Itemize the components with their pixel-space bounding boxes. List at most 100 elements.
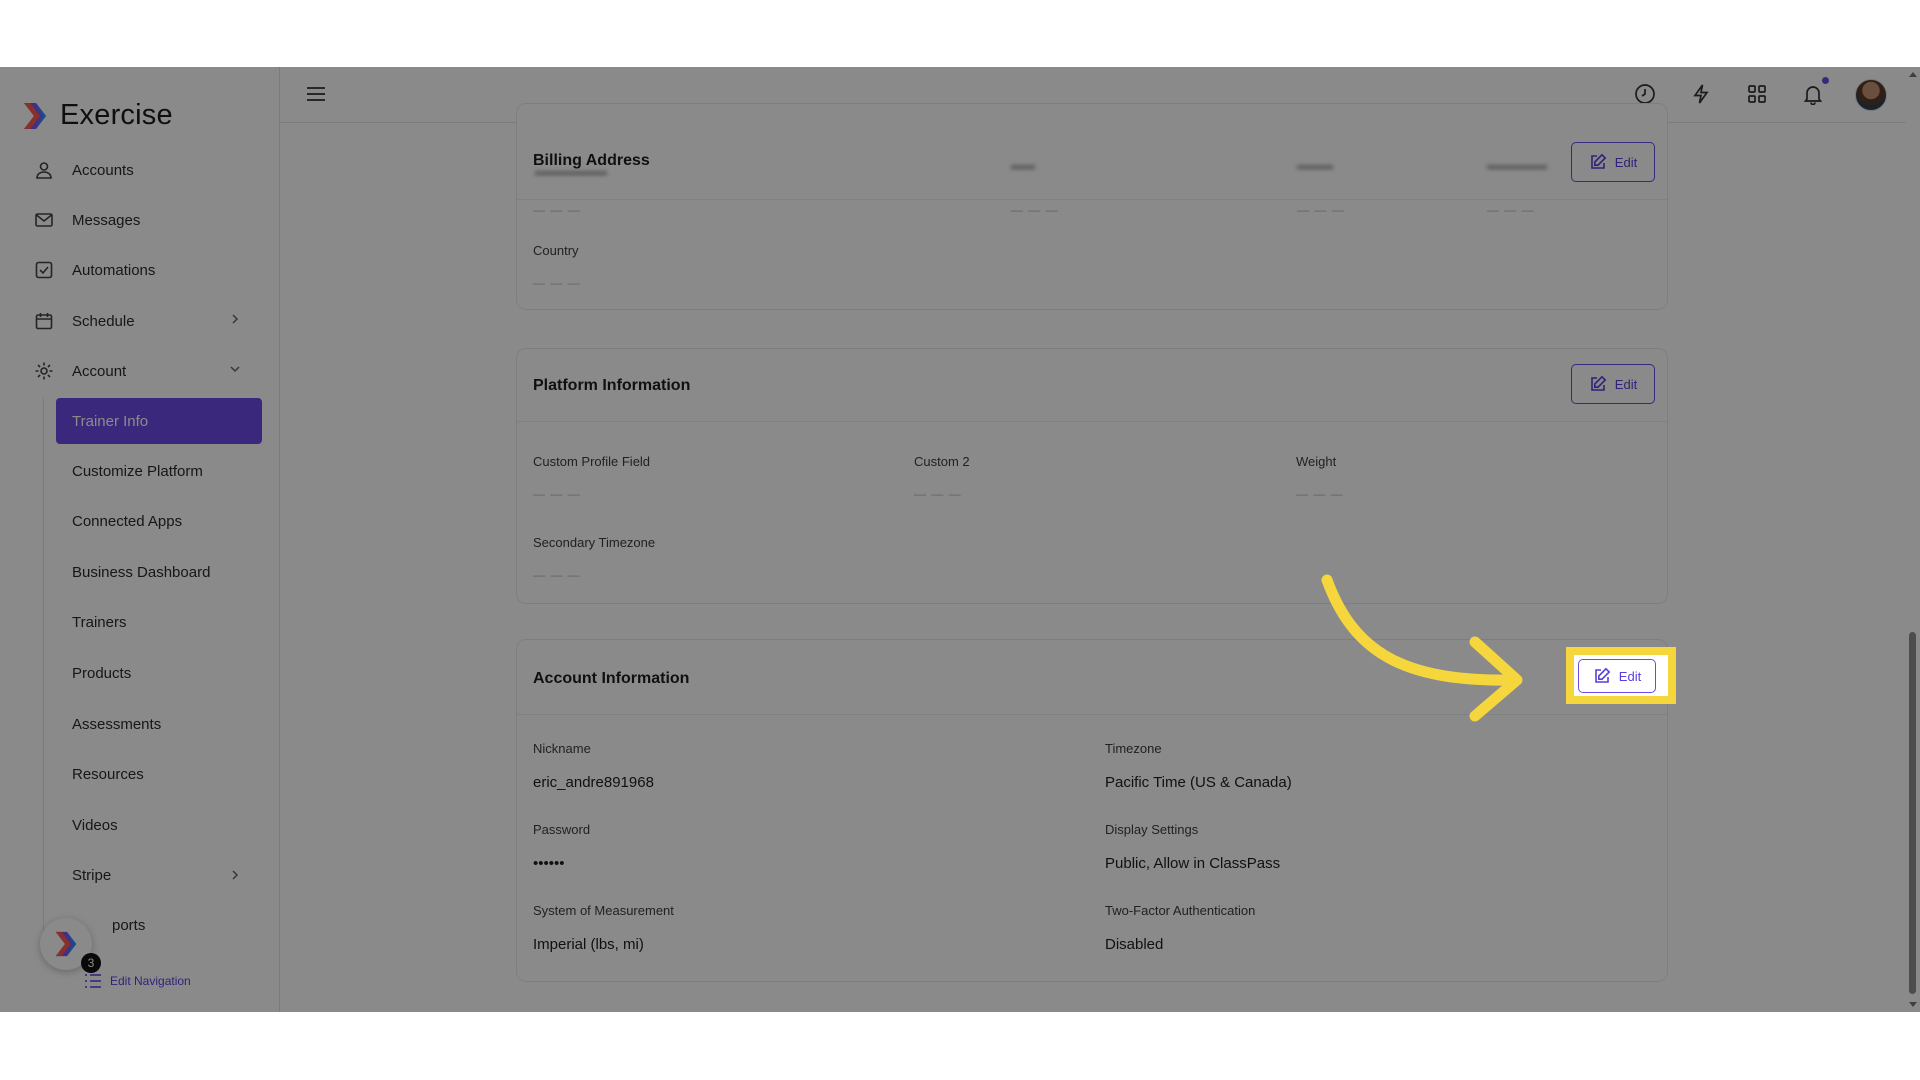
field-label: Custom Profile Field	[533, 454, 651, 469]
sidebar: Exercise Accounts Messages Automations S…	[0, 67, 280, 1012]
chevron-right-icon	[232, 870, 239, 880]
chevron-right-icon	[232, 314, 239, 324]
edit-navigation-label: Edit Navigation	[110, 974, 191, 988]
card-title: Platform Information	[533, 377, 691, 394]
sidebar-subitem-assessments[interactable]: Assessments	[56, 701, 262, 747]
edit-icon	[1590, 153, 1607, 169]
blurred-text: ▬▬▬	[1297, 158, 1333, 172]
calendar-icon	[32, 309, 56, 333]
gear-icon	[32, 359, 56, 383]
field-empty-value: — — —	[914, 487, 962, 501]
sidebar-subitem-trainer-info[interactable]: Trainer Info	[56, 398, 262, 444]
scrollbar-thumb[interactable]	[1909, 632, 1916, 994]
sidebar-subitem-trainers[interactable]: Trainers	[56, 599, 262, 645]
sidebar-subitem-label: Resources	[72, 765, 144, 783]
card-title: Account Information	[533, 670, 690, 687]
field-label: Country	[533, 243, 579, 258]
sidebar-item-schedule[interactable]: Schedule	[32, 300, 252, 342]
mail-icon	[32, 208, 56, 232]
platform-edit-button[interactable]: Edit	[1571, 364, 1655, 404]
sidebar-item-accounts[interactable]: Accounts	[32, 149, 252, 191]
app-name: Exercise	[60, 99, 173, 131]
sidebar-subitem-customize-platform[interactable]: Customize Platform	[56, 448, 262, 494]
highlight-frame: Edit	[1566, 647, 1676, 704]
account-info-edit-button[interactable]: Edit	[1578, 659, 1656, 693]
sidebar-subitem-label: Business Dashboard	[72, 563, 211, 581]
sidebar-item-account[interactable]: Account	[32, 350, 252, 392]
field-empty-value: — — —	[1296, 487, 1344, 501]
sidebar-item-label: Automations	[72, 261, 156, 279]
field-empty-value: — — —	[533, 203, 581, 217]
edit-label: Edit	[1614, 154, 1638, 170]
edit-icon	[1594, 667, 1611, 683]
sidebar-subitem-label: Assessments	[72, 715, 162, 733]
sidebar-subitem-label: Customize Platform	[72, 462, 203, 480]
grid-icon[interactable]	[1744, 81, 1770, 107]
scroll-up-icon[interactable]	[1906, 69, 1920, 81]
field-label: Timezone	[1105, 741, 1162, 756]
field-label: Display Settings	[1105, 822, 1199, 837]
password-value: ••••••	[533, 855, 565, 872]
platform-information-card: Platform Information Edit Custom Profile…	[516, 348, 1668, 604]
bell-icon[interactable]	[1800, 81, 1826, 107]
blurred-text: ▬▬▬▬▬▬	[535, 164, 607, 178]
edit-label: Edit	[1618, 668, 1642, 684]
field-label: Nickname	[533, 741, 591, 756]
app-logo[interactable]: Exercise	[20, 99, 173, 132]
sidebar-subitem-label: Trainer Info	[72, 412, 149, 430]
sidebar-subitem-videos[interactable]: Videos	[56, 802, 262, 848]
sidebar-subitem-stripe[interactable]: Stripe	[56, 852, 262, 898]
chevron-down-icon	[230, 366, 240, 373]
field-label: Weight	[1296, 454, 1337, 469]
checkbox-icon	[32, 258, 56, 282]
sidebar-subitem-resources[interactable]: Resources	[56, 751, 262, 797]
edit-label: Edit	[1614, 376, 1638, 392]
user-icon	[32, 158, 56, 182]
sidebar-subitem-label: ports	[112, 916, 146, 934]
field-label: Custom 2	[914, 454, 970, 469]
avatar[interactable]	[1855, 79, 1887, 111]
edit-navigation-link[interactable]: Edit Navigation	[84, 973, 191, 989]
app-window: Exercise Accounts Messages Automations S…	[0, 67, 1920, 1012]
pointer-arrow-icon	[1321, 574, 1523, 722]
lightning-icon[interactable]	[1688, 81, 1714, 107]
two-factor-value: Disabled	[1105, 936, 1164, 953]
sidebar-item-label: Accounts	[72, 161, 134, 179]
sidebar-subitem-products[interactable]: Products	[56, 650, 262, 696]
field-empty-value: — — —	[533, 276, 581, 290]
field-label: Password	[533, 822, 591, 837]
field-label: Secondary Timezone	[533, 535, 656, 550]
sidebar-subitem-label: Products	[72, 664, 132, 682]
billing-edit-button[interactable]: Edit	[1571, 142, 1655, 182]
sidebar-subitem-label: Connected Apps	[72, 512, 183, 530]
display-settings-value: Public, Allow in ClassPass	[1105, 855, 1281, 872]
sidebar-item-messages[interactable]: Messages	[32, 199, 252, 241]
nickname-value: eric_andre891968	[533, 774, 654, 791]
menu-icon[interactable]	[303, 81, 329, 107]
sidebar-item-automations[interactable]: Automations	[32, 249, 252, 291]
logo-icon	[55, 931, 77, 957]
sidebar-item-label: Schedule	[72, 312, 135, 330]
sidebar-subitem-connected-apps[interactable]: Connected Apps	[56, 498, 262, 544]
sidebar-subitem-label: Stripe	[72, 866, 112, 884]
field-empty-value: — — —	[533, 487, 581, 501]
sidebar-subitem-label: Videos	[72, 816, 118, 834]
timezone-value: Pacific Time (US & Canada)	[1105, 774, 1292, 791]
divider	[517, 199, 1667, 200]
edit-icon	[1590, 375, 1607, 391]
sidebar-item-label: Messages	[72, 211, 141, 229]
field-label: System of Measurement	[533, 903, 674, 918]
divider	[517, 421, 1667, 422]
sidebar-subitem-business-dashboard[interactable]: Business Dashboard	[56, 549, 262, 595]
billing-address-card: Billing Address ▬▬▬▬▬▬ ▬▬ ▬▬▬ ▬▬▬▬▬ Edit…	[516, 103, 1668, 310]
field-empty-value: — — —	[1011, 203, 1059, 217]
logo-icon	[24, 102, 46, 129]
field-empty-value: — — —	[1487, 203, 1535, 217]
measurement-value: Imperial (lbs, mi)	[533, 936, 644, 953]
scroll-down-icon[interactable]	[1906, 998, 1920, 1010]
blurred-text: ▬▬	[1011, 158, 1035, 172]
field-label: Two-Factor Authentication	[1105, 903, 1256, 918]
list-icon	[85, 974, 101, 988]
main-content: Billing Address ▬▬▬▬▬▬ ▬▬ ▬▬▬ ▬▬▬▬▬ Edit…	[280, 103, 1900, 1012]
notification-count-badge: 3	[81, 953, 101, 973]
